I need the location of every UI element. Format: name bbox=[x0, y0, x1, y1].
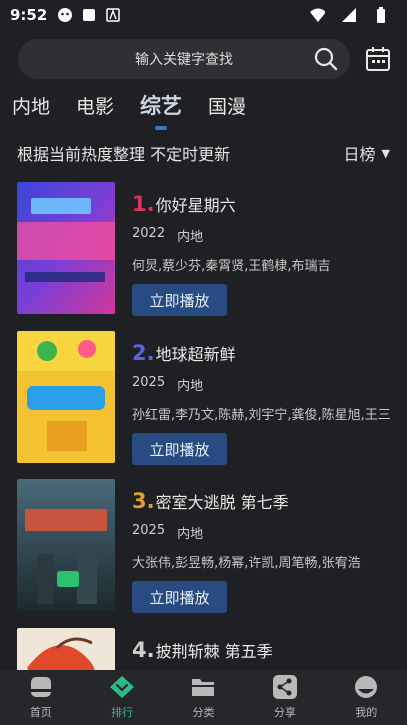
item-meta: 2025 内地 bbox=[132, 375, 407, 394]
item-region: 内地 bbox=[177, 379, 204, 394]
tab-variety-label: 综艺 bbox=[140, 94, 183, 118]
nav-category-label: 分类 bbox=[192, 706, 215, 719]
app-square-icon bbox=[81, 7, 97, 23]
item-cast: 何炅,蔡少芬,秦霄贤,王鹤棣,布瑞吉 bbox=[132, 259, 331, 274]
item-year: 2022 bbox=[132, 226, 166, 241]
rank-number: 2. bbox=[132, 341, 155, 365]
nav-share[interactable]: 分享 bbox=[255, 674, 315, 720]
search-icon[interactable] bbox=[314, 47, 338, 71]
home-icon bbox=[30, 677, 51, 697]
list-item[interactable]: 4. 披荆斩棘 第五季 bbox=[17, 628, 407, 670]
list-item[interactable]: 1. 你好星期六 2022 内地 何炅,蔡少芬,秦霄贤,王鹤棣,布瑞吉 立即播放 bbox=[17, 182, 407, 316]
show-title: 地球超新鲜 bbox=[155, 345, 236, 364]
item-info: 4. 披荆斩棘 第五季 bbox=[132, 628, 407, 662]
item-info: 1. 你好星期六 2022 内地 何炅,蔡少芬,秦霄贤,王鹤棣,布瑞吉 立即播放 bbox=[132, 182, 407, 316]
list-item[interactable]: 3. 密室大逃脱 第七季 2025 内地 大张伟,彭昱畅,杨幂,许凯,周笔畅,张… bbox=[17, 479, 407, 613]
bottom-navigation: 首页 排行 分类 分享 我的 bbox=[0, 670, 407, 725]
caret-down-icon: ▼ bbox=[381, 146, 390, 160]
item-meta: 2025 内地 bbox=[132, 523, 407, 542]
notification-icon bbox=[57, 7, 73, 23]
ranking-header: 根据当前热度整理 不定时更新 日榜 ▼ bbox=[17, 140, 390, 166]
nav-home-label: 首页 bbox=[29, 706, 52, 719]
show-title: 披荆斩棘 第五季 bbox=[155, 642, 273, 661]
active-tab-indicator bbox=[155, 126, 168, 130]
tab-anime[interactable]: 国漫 bbox=[208, 92, 246, 130]
tab-movie[interactable]: 电影 bbox=[76, 92, 114, 130]
item-region: 内地 bbox=[177, 527, 204, 542]
ranking-description: 根据当前热度整理 不定时更新 bbox=[17, 145, 231, 164]
battery-icon bbox=[373, 7, 389, 23]
signal-icon bbox=[341, 7, 357, 23]
tab-variety[interactable]: 综艺 bbox=[140, 90, 182, 130]
text-app-icon bbox=[105, 7, 121, 23]
item-title: 1. 你好星期六 bbox=[132, 192, 407, 216]
item-title: 4. 披荆斩棘 第五季 bbox=[132, 638, 407, 662]
wifi-icon bbox=[309, 7, 325, 23]
folder-icon bbox=[192, 679, 215, 696]
poster-image[interactable] bbox=[17, 628, 115, 670]
nav-share-label: 分享 bbox=[273, 706, 296, 719]
item-title: 3. 密室大逃脱 第七季 bbox=[132, 489, 407, 513]
rank-number: 3. bbox=[132, 489, 155, 513]
play-now-button[interactable]: 立即播放 bbox=[132, 433, 227, 465]
item-info: 3. 密室大逃脱 第七季 2025 内地 大张伟,彭昱畅,杨幂,许凯,周笔畅,张… bbox=[132, 479, 407, 613]
poster-image[interactable] bbox=[17, 331, 115, 463]
show-title: 你好星期六 bbox=[155, 196, 236, 215]
play-now-button[interactable]: 立即播放 bbox=[132, 284, 227, 316]
ranking-icon bbox=[110, 676, 135, 698]
item-region: 内地 bbox=[177, 230, 204, 245]
nav-category[interactable]: 分类 bbox=[173, 674, 233, 720]
play-now-button[interactable]: 立即播放 bbox=[132, 581, 227, 613]
item-title: 2. 地球超新鲜 bbox=[132, 341, 407, 365]
item-info: 2. 地球超新鲜 2025 内地 孙红雷,李乃文,陈赫,刘宇宁,龚俊,陈星旭,王… bbox=[132, 331, 407, 465]
search-row: 输入关键字查找 bbox=[18, 39, 393, 79]
tab-mainland[interactable]: 内地 bbox=[12, 92, 50, 130]
profile-icon bbox=[355, 676, 378, 698]
rank-number: 4. bbox=[132, 638, 155, 662]
rank-number: 1. bbox=[132, 192, 155, 216]
ranking-period-label: 日榜 bbox=[343, 145, 376, 164]
item-year: 2025 bbox=[132, 523, 166, 538]
show-title: 密室大逃脱 第七季 bbox=[155, 493, 289, 512]
item-cast: 孙红雷,李乃文,陈赫,刘宇宁,龚俊,陈星旭,王三 bbox=[132, 408, 391, 423]
nav-mine[interactable]: 我的 bbox=[336, 674, 396, 720]
ranking-period-dropdown[interactable]: 日榜 ▼ bbox=[344, 141, 390, 165]
nav-ranking-label: 排行 bbox=[111, 706, 134, 719]
status-bar: 9:52 bbox=[0, 0, 407, 30]
poster-image[interactable] bbox=[17, 182, 115, 314]
list-item[interactable]: 2. 地球超新鲜 2025 内地 孙红雷,李乃文,陈赫,刘宇宁,龚俊,陈星旭,王… bbox=[17, 331, 407, 465]
ranking-list: 1. 你好星期六 2022 内地 何炅,蔡少芬,秦霄贤,王鹤棣,布瑞吉 立即播放 bbox=[0, 182, 407, 670]
item-year: 2025 bbox=[132, 375, 166, 390]
calendar-icon[interactable] bbox=[365, 46, 391, 72]
nav-home[interactable]: 首页 bbox=[11, 674, 71, 720]
status-time: 9:52 bbox=[10, 6, 48, 24]
nav-ranking[interactable]: 排行 bbox=[92, 674, 152, 720]
item-cast: 大张伟,彭昱畅,杨幂,许凯,周笔畅,张宥浩 bbox=[132, 556, 361, 571]
search-placeholder: 输入关键字查找 bbox=[135, 52, 233, 68]
share-icon bbox=[272, 675, 297, 699]
category-tabs: 内地 电影 综艺 国漫 bbox=[12, 92, 246, 130]
search-input[interactable]: 输入关键字查找 bbox=[18, 39, 350, 79]
poster-image[interactable] bbox=[17, 479, 115, 611]
nav-mine-label: 我的 bbox=[355, 706, 378, 719]
item-meta: 2022 内地 bbox=[132, 226, 407, 245]
